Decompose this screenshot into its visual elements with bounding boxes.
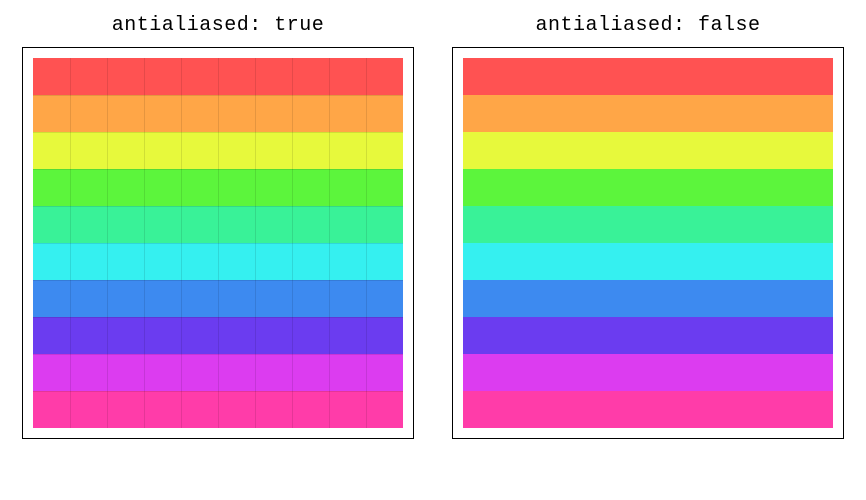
axes-right <box>452 47 844 439</box>
figure: antialiased: true antialiased: false <box>0 0 866 439</box>
heatmap-left <box>33 58 403 428</box>
heatmap-right <box>463 58 833 428</box>
title-right: antialiased: false <box>535 14 760 37</box>
heatmap-row <box>33 206 403 243</box>
heatmap-row <box>463 95 833 132</box>
heatmap-row <box>463 243 833 280</box>
heatmap-row <box>463 354 833 391</box>
panel-antialiased-false: antialiased: false <box>452 14 844 439</box>
heatmap-row <box>33 280 403 317</box>
heatmap-row <box>463 280 833 317</box>
heatmap-row <box>33 243 403 280</box>
panel-antialiased-true: antialiased: true <box>22 14 414 439</box>
heatmap-row <box>463 317 833 354</box>
heatmap-row <box>33 354 403 391</box>
heatmap-row <box>33 132 403 169</box>
heatmap-row <box>463 391 833 428</box>
heatmap-row <box>463 169 833 206</box>
heatmap-row <box>33 169 403 206</box>
heatmap-row <box>33 58 403 95</box>
heatmap-row <box>33 95 403 132</box>
heatmap-row <box>463 58 833 95</box>
heatmap-row <box>463 206 833 243</box>
heatmap-row <box>33 317 403 354</box>
heatmap-row <box>463 132 833 169</box>
heatmap-row <box>33 391 403 428</box>
title-left: antialiased: true <box>112 14 325 37</box>
axes-left <box>22 47 414 439</box>
